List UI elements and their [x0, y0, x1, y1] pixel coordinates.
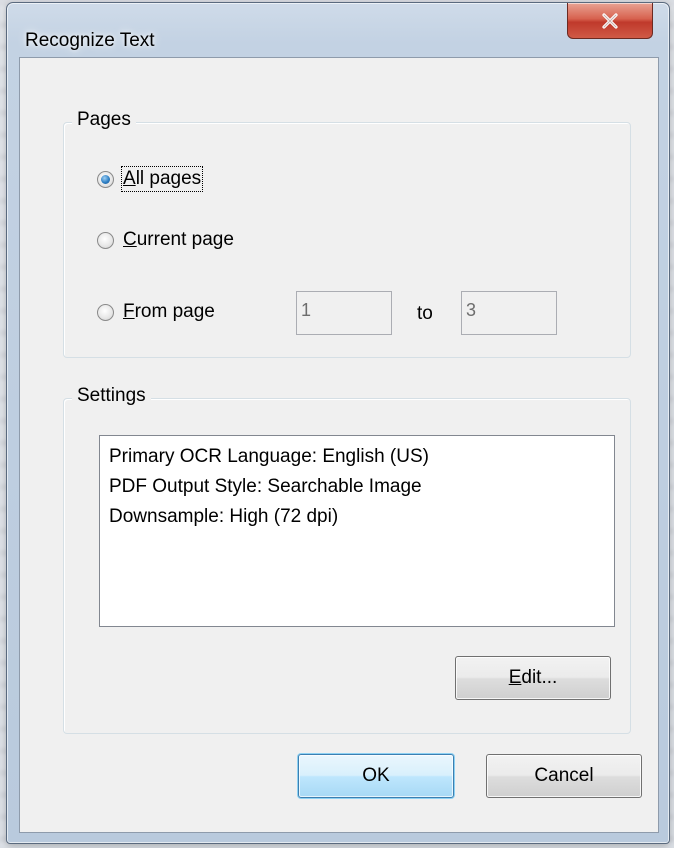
setting-downsample: Downsample: High (72 dpi) — [109, 506, 339, 527]
from-page-input[interactable]: 1 — [296, 291, 392, 335]
from-page-label[interactable]: From page — [123, 301, 215, 323]
radio-button[interactable] — [97, 303, 114, 321]
to-label: to — [417, 303, 433, 324]
close-button[interactable] — [567, 3, 653, 39]
radio-from-page[interactable]: From page — [97, 301, 215, 323]
dialog-title: Recognize Text — [25, 30, 155, 51]
dialog-body: Pages All pages Current page From page 1… — [19, 57, 659, 833]
radio-current-page[interactable]: Current page — [97, 229, 234, 251]
edit-button[interactable]: Edit... — [455, 656, 611, 700]
ok-button[interactable]: OK — [298, 754, 454, 798]
all-pages-label[interactable]: All pages — [120, 166, 204, 192]
pages-group-label: Pages — [72, 109, 136, 131]
current-page-label[interactable]: Current page — [123, 229, 234, 251]
setting-pdf-output-style: PDF Output Style: Searchable Image — [109, 476, 422, 497]
settings-group-label: Settings — [72, 385, 151, 407]
cancel-button[interactable]: Cancel — [486, 754, 642, 798]
settings-summary-list[interactable]: Primary OCR Language: English (US) PDF O… — [99, 435, 615, 627]
radio-button[interactable] — [97, 231, 114, 249]
radio-button-checked[interactable] — [97, 170, 114, 188]
to-page-input[interactable]: 3 — [461, 291, 557, 335]
setting-ocr-language: Primary OCR Language: English (US) — [109, 446, 429, 467]
radio-all-pages[interactable]: All pages — [97, 166, 204, 192]
title-bar[interactable]: Recognize Text — [7, 3, 669, 51]
close-icon — [602, 12, 618, 29]
recognize-text-dialog: Recognize Text Pages All pages Current p… — [6, 2, 670, 844]
